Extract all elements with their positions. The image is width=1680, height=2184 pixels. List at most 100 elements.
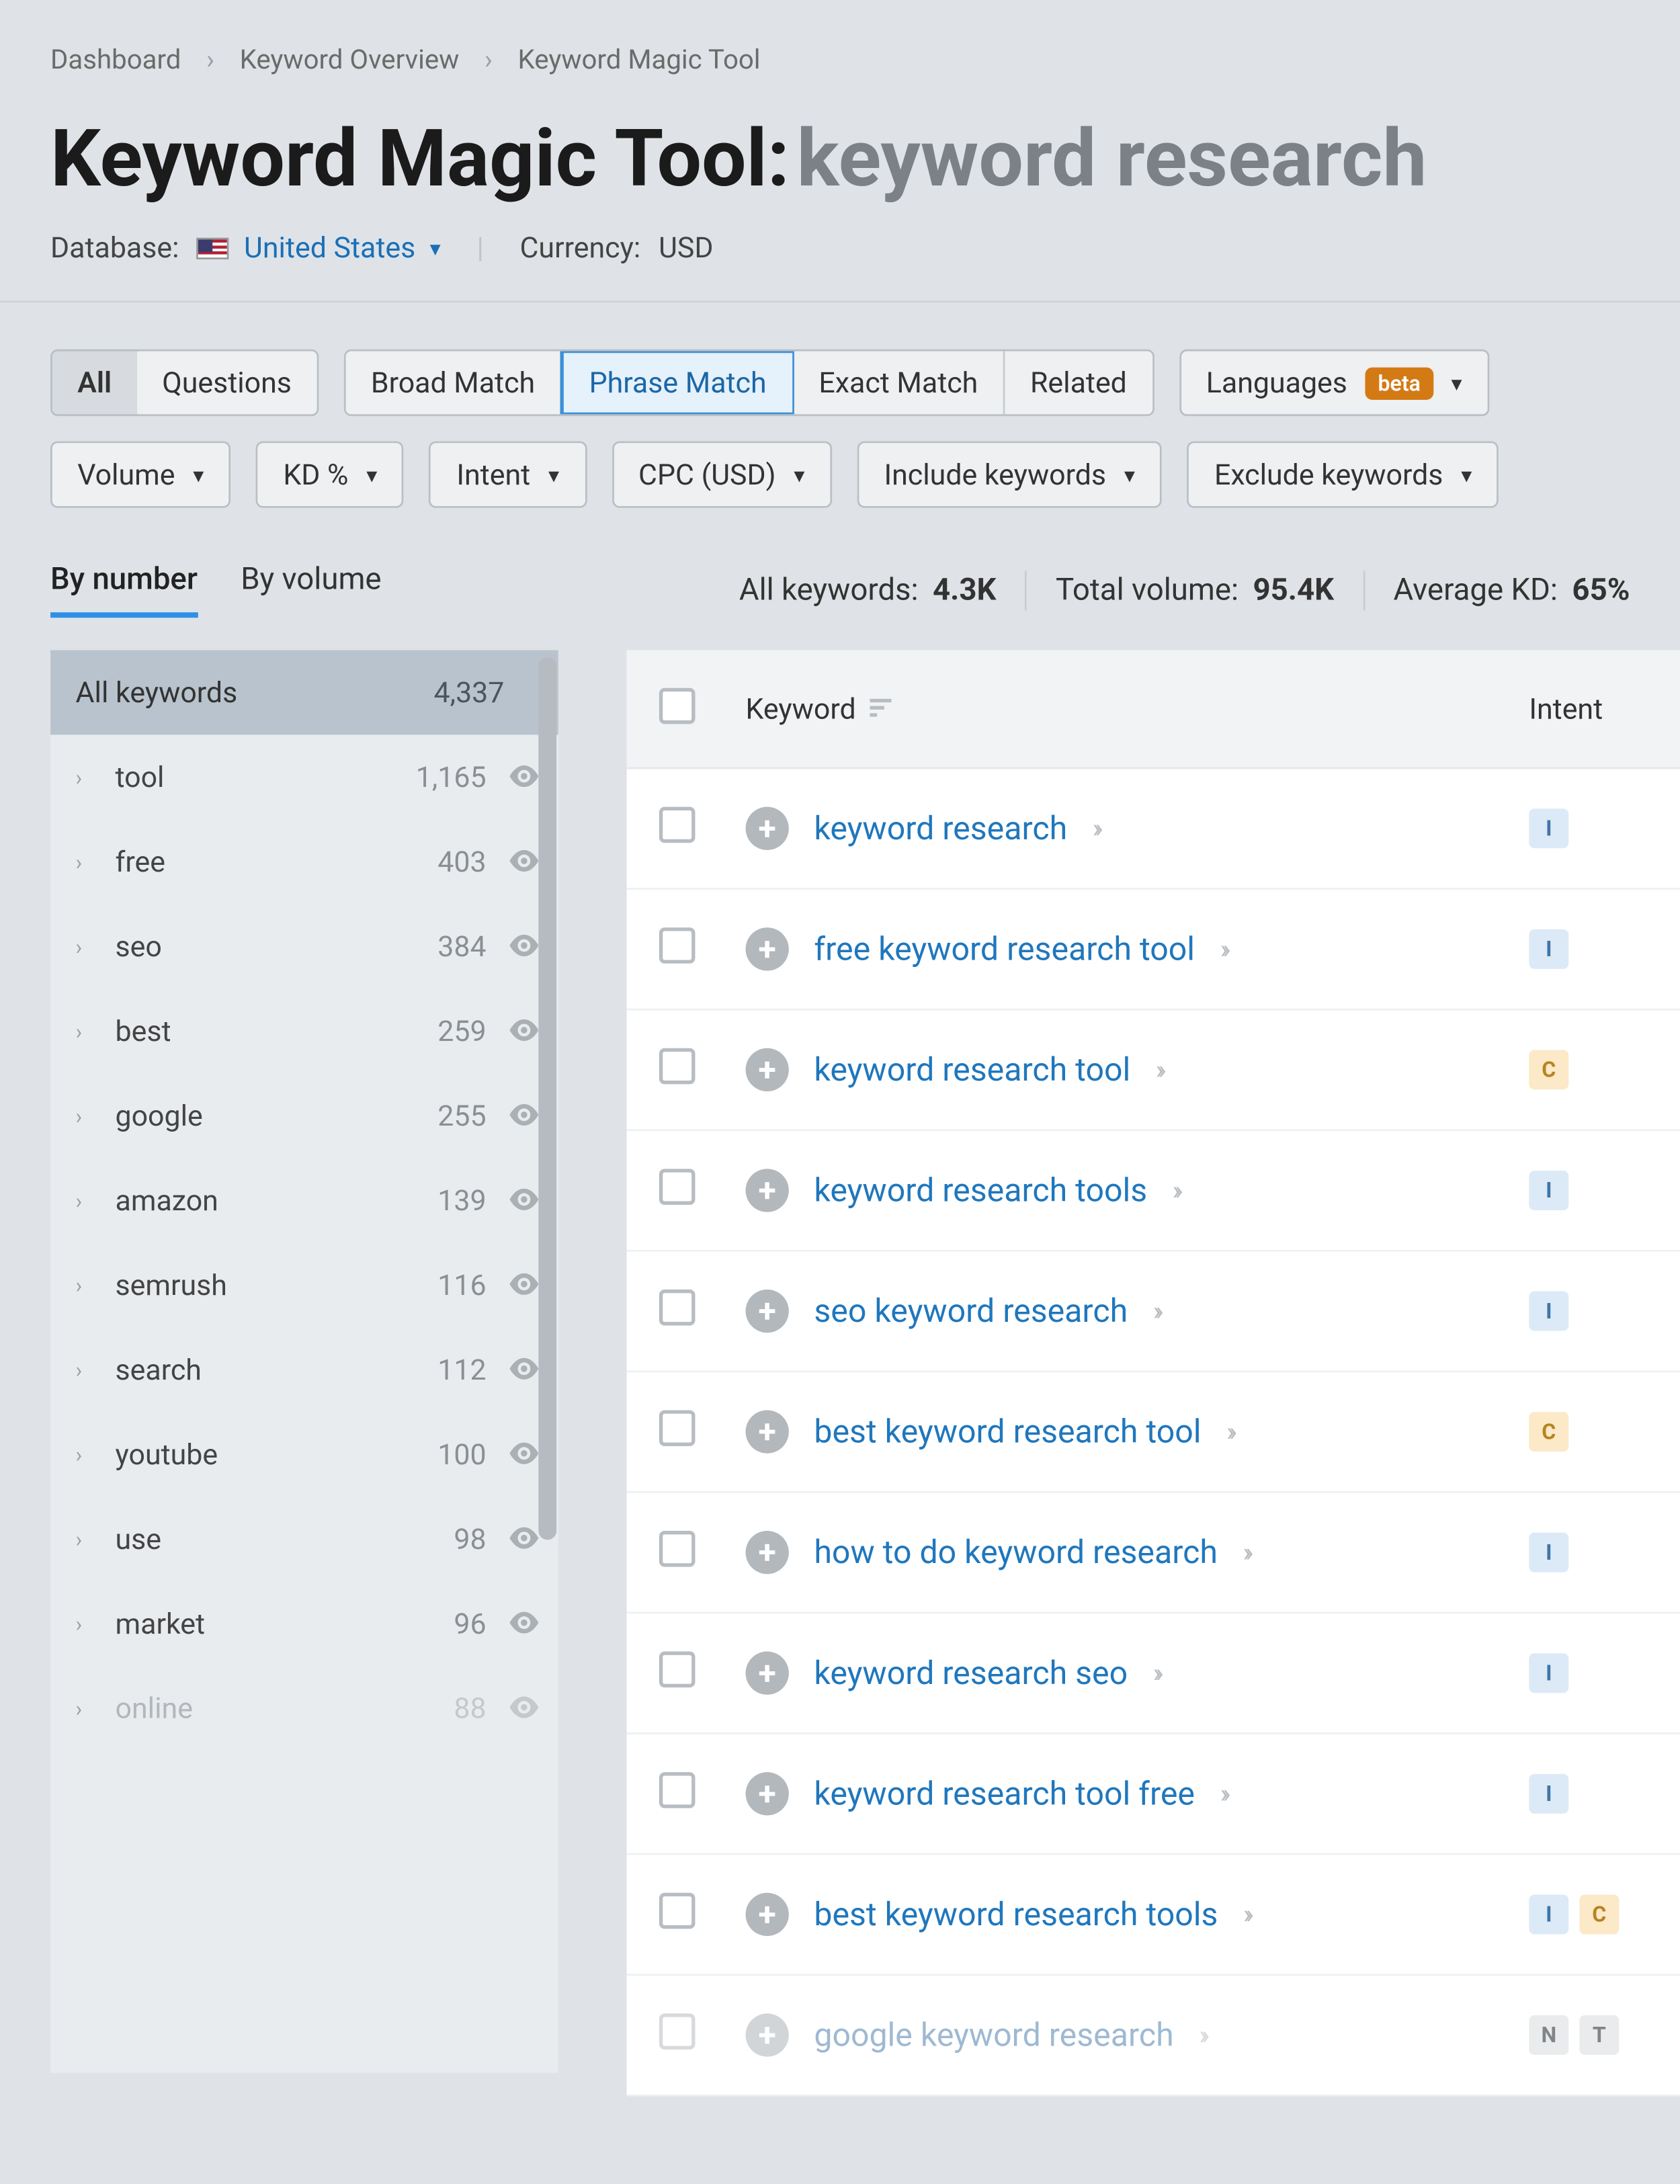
breadcrumb: Dashboard › Keyword Overview › Keyword M… <box>0 0 1680 93</box>
keyword-link[interactable]: google keyword research <box>814 2016 1173 2054</box>
eye-icon[interactable] <box>508 1183 540 1218</box>
eye-icon[interactable] <box>508 1099 540 1133</box>
row-checkbox[interactable] <box>659 1410 696 1446</box>
expand-icon[interactable]: ›› <box>1199 2019 1204 2051</box>
sidebar-group-item[interactable]: ›tool1,165 <box>50 734 558 819</box>
expand-icon[interactable]: ›› <box>1220 933 1226 965</box>
tab-broad-match[interactable]: Broad Match <box>345 351 562 415</box>
sidebar-all-keywords[interactable]: All keywords 4,337 <box>50 650 558 734</box>
keyword-link[interactable]: free keyword research tool <box>814 930 1195 968</box>
expand-icon[interactable]: ›› <box>1153 1295 1159 1327</box>
row-checkbox[interactable] <box>659 2013 696 2050</box>
keyword-link[interactable]: keyword research <box>814 810 1067 847</box>
filter-intent[interactable]: Intent ▾ <box>429 442 586 508</box>
tab-questions[interactable]: Questions <box>137 351 317 415</box>
col-intent-label[interactable]: Intent <box>1529 691 1603 726</box>
eye-icon[interactable] <box>508 929 540 964</box>
eye-icon[interactable] <box>508 1522 540 1556</box>
keyword-link[interactable]: best keyword research tools <box>814 1896 1218 1933</box>
filter-cpc[interactable]: CPC (USD) ▾ <box>612 442 832 508</box>
select-all-checkbox[interactable] <box>659 687 696 723</box>
sidebar-group-item[interactable]: ›amazon139 <box>50 1158 558 1243</box>
add-keyword-button[interactable]: + <box>746 1652 789 1695</box>
add-keyword-button[interactable]: + <box>746 807 789 850</box>
languages-dropdown[interactable]: Languages beta ▾ <box>1179 349 1489 416</box>
keyword-link[interactable]: keyword research seo <box>814 1654 1128 1692</box>
tab-related[interactable]: Related <box>1005 351 1152 415</box>
intent-badge-n: N <box>1529 2015 1568 2055</box>
scrollbar[interactable] <box>537 650 558 2072</box>
row-checkbox[interactable] <box>659 1169 696 1205</box>
tab-exact-match[interactable]: Exact Match <box>794 351 1005 415</box>
breadcrumb-keyword-magic-tool[interactable]: Keyword Magic Tool <box>518 43 761 75</box>
row-checkbox[interactable] <box>659 1893 696 1929</box>
expand-icon[interactable]: ›› <box>1153 1657 1159 1689</box>
eye-icon[interactable] <box>508 1268 540 1302</box>
sidebar-group-item[interactable]: ›youtube100 <box>50 1412 558 1497</box>
add-keyword-button[interactable]: + <box>746 927 789 970</box>
tab-all[interactable]: All <box>50 349 138 416</box>
tab-phrase-match[interactable]: Phrase Match <box>560 349 796 416</box>
sidebar-group-item[interactable]: ›semrush116 <box>50 1243 558 1327</box>
row-checkbox[interactable] <box>659 1290 696 1326</box>
expand-icon[interactable]: ›› <box>1220 1777 1226 1810</box>
add-keyword-button[interactable]: + <box>746 1169 789 1212</box>
expand-icon[interactable]: ›› <box>1243 1898 1249 1931</box>
eye-icon[interactable] <box>508 1607 540 1641</box>
breadcrumb-dashboard[interactable]: Dashboard <box>50 43 181 75</box>
add-keyword-button[interactable]: + <box>746 2013 789 2056</box>
expand-icon[interactable]: ›› <box>1173 1174 1178 1206</box>
keyword-link[interactable]: seo keyword research <box>814 1292 1128 1330</box>
eye-icon[interactable] <box>508 1691 540 1726</box>
sidebar-group-item[interactable]: ›online88 <box>50 1666 558 1751</box>
keyword-link[interactable]: keyword research tools <box>814 1171 1147 1209</box>
row-checkbox[interactable] <box>659 1048 696 1085</box>
sidebar-group-item[interactable]: ›use98 <box>50 1497 558 1581</box>
row-checkbox[interactable] <box>659 1772 696 1808</box>
filter-exclude-keywords[interactable]: Exclude keywords ▾ <box>1187 442 1499 508</box>
eye-icon[interactable] <box>508 1353 540 1387</box>
eye-icon[interactable] <box>508 1014 540 1048</box>
add-keyword-button[interactable]: + <box>746 1772 789 1815</box>
row-checkbox[interactable] <box>659 807 696 843</box>
add-keyword-button[interactable]: + <box>746 1893 789 1936</box>
add-keyword-button[interactable]: + <box>746 1290 789 1333</box>
row-checkbox[interactable] <box>659 1531 696 1567</box>
sort-icon[interactable] <box>870 696 892 722</box>
filter-volume[interactable]: Volume ▾ <box>50 442 231 508</box>
expand-icon[interactable]: ›› <box>1156 1054 1161 1086</box>
sidebar-group-item[interactable]: ›google255 <box>50 1073 558 1158</box>
sort-by-number[interactable]: By number <box>50 562 198 618</box>
add-keyword-button[interactable]: + <box>746 1531 789 1574</box>
keyword-link[interactable]: how to do keyword research <box>814 1534 1218 1571</box>
database-selector[interactable]: United States ▾ <box>197 230 441 265</box>
sidebar-group-item[interactable]: ›best259 <box>50 989 558 1073</box>
filter-kd[interactable]: KD % ▾ <box>256 442 404 508</box>
intent-cell: I <box>1529 1292 1651 1331</box>
group-name: online <box>116 1691 364 1726</box>
sidebar-group-item[interactable]: ›market96 <box>50 1581 558 1666</box>
filter-include-keywords[interactable]: Include keywords ▾ <box>857 442 1162 508</box>
expand-icon[interactable]: ›› <box>1226 1415 1232 1447</box>
chevron-right-icon: › <box>76 1441 94 1467</box>
sidebar-group-item[interactable]: ›free403 <box>50 819 558 904</box>
add-keyword-button[interactable]: + <box>746 1048 789 1091</box>
row-checkbox[interactable] <box>659 1652 696 1688</box>
expand-icon[interactable]: ›› <box>1243 1536 1248 1568</box>
add-keyword-button[interactable]: + <box>746 1410 789 1453</box>
keyword-link[interactable]: keyword research tool free <box>814 1775 1195 1812</box>
sidebar-group-item[interactable]: ›seo384 <box>50 904 558 989</box>
scrollbar-thumb[interactable] <box>538 657 556 1540</box>
col-keyword-label[interactable]: Keyword <box>746 691 856 726</box>
eye-icon[interactable] <box>508 760 540 794</box>
row-checkbox[interactable] <box>659 927 696 964</box>
sort-by-volume[interactable]: By volume <box>241 562 381 618</box>
keyword-link[interactable]: keyword research tool <box>814 1051 1130 1089</box>
intent-cell: I <box>1529 1533 1651 1572</box>
breadcrumb-keyword-overview[interactable]: Keyword Overview <box>240 43 460 75</box>
eye-icon[interactable] <box>508 845 540 879</box>
sidebar-group-item[interactable]: ›search112 <box>50 1327 558 1412</box>
expand-icon[interactable]: ›› <box>1093 812 1098 845</box>
eye-icon[interactable] <box>508 1437 540 1472</box>
keyword-link[interactable]: best keyword research tool <box>814 1413 1201 1450</box>
